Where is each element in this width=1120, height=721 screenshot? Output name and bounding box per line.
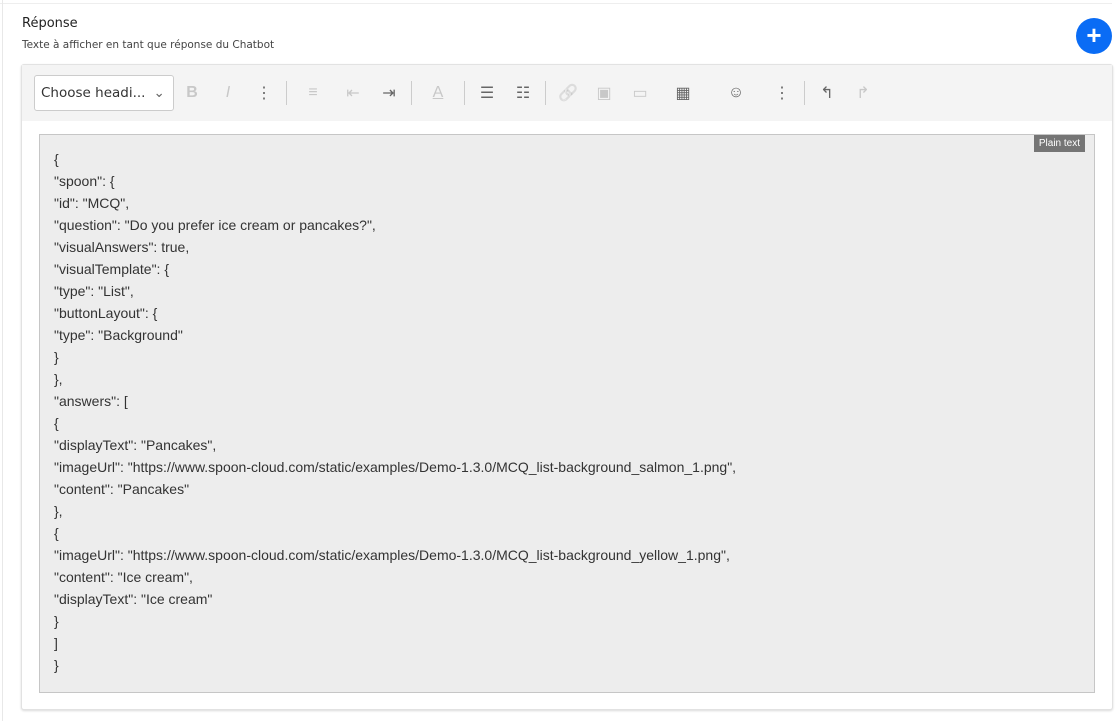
outdent-button[interactable]: ⇤ [335, 83, 371, 103]
italic-button[interactable]: I [210, 84, 246, 102]
code-line: "type": "Background" [54, 327, 183, 343]
code-line: "question": "Do you prefer ice cream or … [54, 217, 376, 233]
more-options-icon[interactable]: ⋮ [764, 83, 800, 103]
more-icon[interactable]: ⋮ [246, 83, 282, 103]
chevron-down-icon: ⌄ [153, 85, 165, 101]
divider [804, 81, 805, 105]
section-subtitle: Texte à afficher en tant que réponse du … [22, 39, 275, 51]
code-line: "answers": [ [54, 393, 128, 409]
divider [464, 81, 465, 105]
code-line: ] [54, 635, 58, 651]
code-block[interactable]: Plain text { "spoon": { "id": "MCQ", "quest… [39, 134, 1095, 693]
divider [411, 81, 412, 105]
code-line: { [54, 151, 59, 167]
code-line: "imageUrl": "https://www.spoon-cloud.com… [54, 547, 730, 563]
heading-select[interactable]: Choose headi... ⌄ [34, 75, 174, 111]
bold-button[interactable]: B [174, 84, 210, 102]
code-line: "imageUrl": "https://www.spoon-cloud.com… [54, 459, 737, 475]
code-line: "content": "Ice cream", [54, 569, 193, 585]
numbered-list-button[interactable]: ☷ [505, 83, 541, 103]
undo-icon[interactable]: ↰ [809, 83, 845, 103]
code-line: }, [54, 371, 63, 387]
editor-toolbar: Choose headi... ⌄ B I ⋮ ≡ ⇤ ⇥ A ☰ ☷ 🔗 ▣ ▭… [22, 65, 1112, 121]
code-line: } [54, 349, 59, 365]
code-line: "buttonLayout": { [54, 305, 158, 321]
align-button[interactable]: ≡ [291, 84, 335, 102]
code-line: { [54, 525, 59, 541]
code-line: "visualAnswers": true, [54, 239, 190, 255]
code-line: "visualTemplate": { [54, 261, 169, 277]
code-line: "type": "List", [54, 283, 134, 299]
table-icon[interactable]: ▦ [658, 83, 708, 103]
indent-button[interactable]: ⇥ [371, 83, 407, 103]
left-border [2, 0, 3, 721]
file-icon[interactable]: ▭ [622, 83, 658, 103]
divider [545, 81, 546, 105]
code-line: "content": "Pancakes" [54, 481, 190, 497]
code-line: }, [54, 503, 63, 519]
previous-section-border [0, 0, 1112, 4]
code-line: { [54, 415, 59, 431]
rich-text-editor: Choose headi... ⌄ B I ⋮ ≡ ⇤ ⇥ A ☰ ☷ 🔗 ▣ ▭… [21, 64, 1113, 710]
heading-select-value: Choose headi... [41, 85, 146, 101]
font-color-button[interactable]: A [416, 84, 460, 102]
plain-text-badge: Plain text [1033, 135, 1085, 152]
image-icon[interactable]: ▣ [586, 83, 622, 103]
code-line: "displayText": "Ice cream" [54, 591, 213, 607]
code-line: "spoon": { [54, 173, 115, 189]
bullet-list-button[interactable]: ☰ [469, 83, 505, 103]
emoji-icon[interactable]: ☺ [708, 84, 764, 102]
link-icon[interactable]: 🔗 [550, 83, 586, 103]
code-line: } [54, 657, 59, 673]
code-line: "id": "MCQ", [54, 195, 130, 211]
code-line: "displayText": "Pancakes", [54, 437, 217, 453]
redo-icon[interactable]: ↱ [845, 83, 881, 103]
add-button[interactable]: + [1076, 18, 1112, 54]
divider [286, 81, 287, 105]
code-line: } [54, 613, 59, 629]
section-title: Réponse [22, 16, 78, 31]
